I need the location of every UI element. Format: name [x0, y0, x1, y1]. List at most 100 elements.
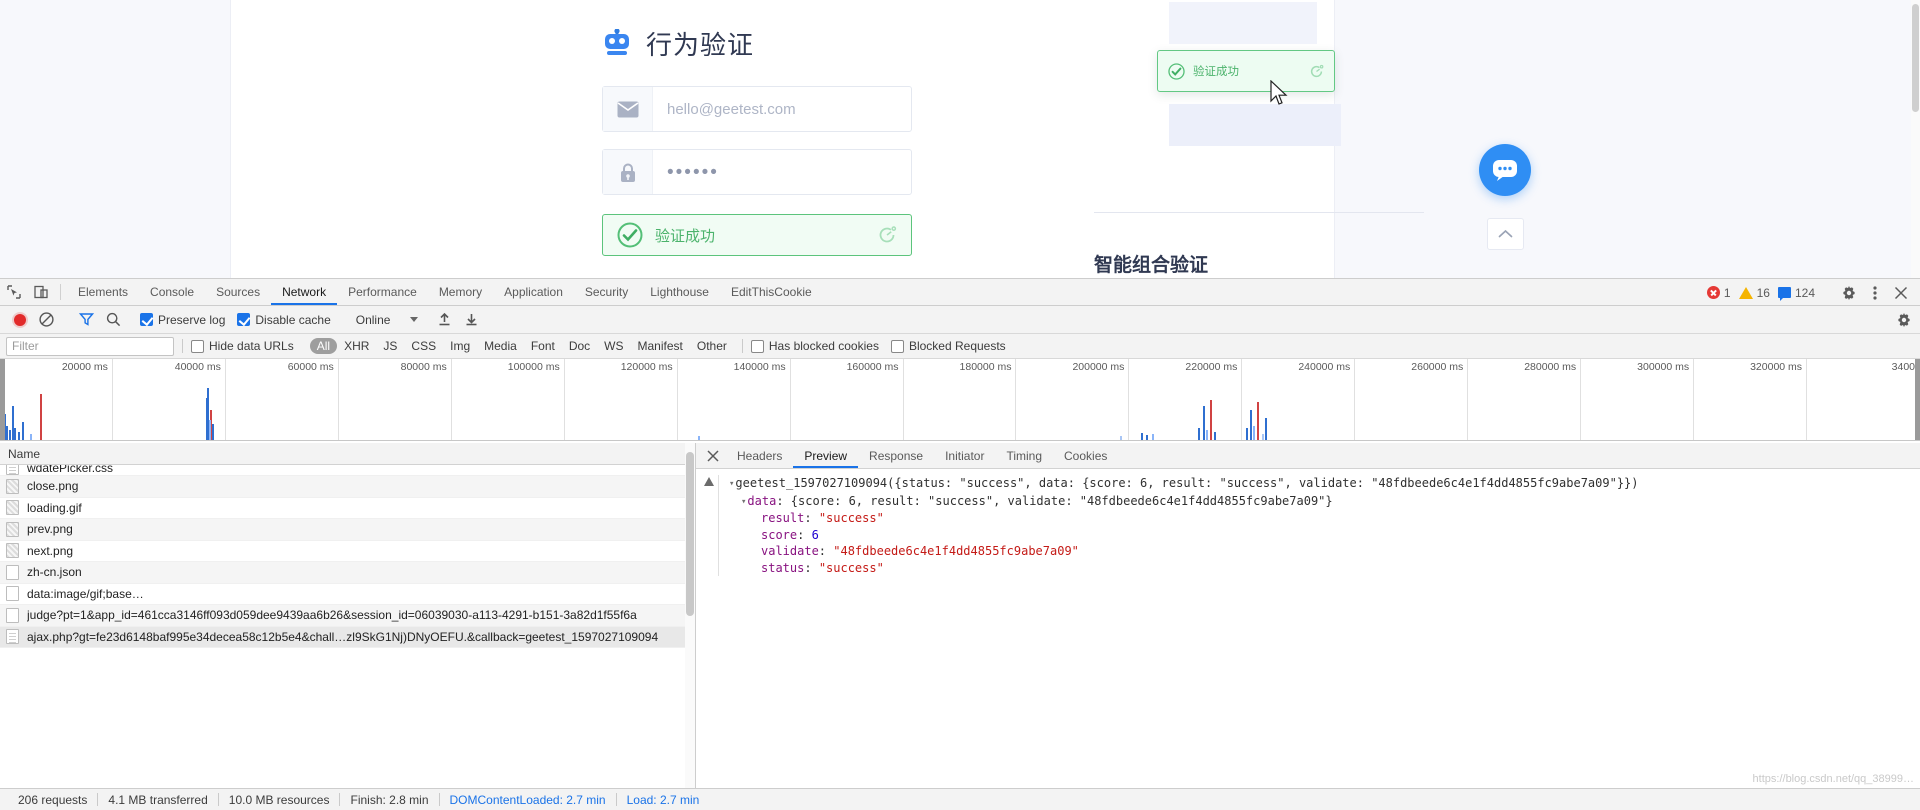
email-input[interactable] [653, 87, 911, 131]
detail-tab-preview[interactable]: Preview [793, 443, 858, 468]
request-row[interactable]: judge?pt=1&app_id=461cca3146ff093d059dee… [0, 605, 695, 627]
type-filter-font[interactable]: Font [524, 338, 562, 354]
network-settings-gear-icon[interactable] [1896, 312, 1912, 333]
detail-tab-timing[interactable]: Timing [995, 443, 1053, 468]
throttling-select[interactable]: Online [356, 313, 419, 327]
timeline-request-bar [1152, 434, 1154, 440]
captcha-success-bar[interactable]: 验证成功 [602, 214, 912, 256]
column-header-name: Name [8, 446, 41, 461]
filter-input[interactable] [6, 336, 174, 356]
request-row[interactable]: close.png [0, 476, 695, 498]
warning-triangle-icon [1738, 286, 1753, 299]
request-row[interactable]: ajax.php?gt=fe23d6148baf995e34decea58c12… [0, 626, 695, 648]
tab-sources[interactable]: Sources [205, 279, 271, 305]
type-filter-img[interactable]: Img [443, 338, 477, 354]
request-row[interactable]: wdatePicker.css [0, 465, 695, 476]
disable-cache-checkbox[interactable]: Disable cache [237, 313, 331, 327]
hide-data-urls-checkbox[interactable]: Hide data URLs [191, 339, 294, 353]
toggle-device-toolbar-icon[interactable] [27, 279, 54, 305]
request-row[interactable]: loading.gif [0, 498, 695, 519]
request-name: ajax.php?gt=fe23d6148baf995e34decea58c12… [27, 629, 659, 644]
page-scrollbar[interactable] [1911, 0, 1920, 278]
tab-security[interactable]: Security [574, 279, 639, 305]
detail-tab-headers[interactable]: Headers [726, 443, 793, 468]
tab-performance[interactable]: Performance [337, 279, 428, 305]
info-counter[interactable]: 124 [1777, 286, 1815, 301]
blocked-requests-checkbox[interactable]: Blocked Requests [890, 339, 1006, 353]
chat-bubble-icon[interactable] [1479, 144, 1531, 196]
close-icon[interactable] [700, 443, 726, 468]
close-devtools-icon[interactable] [1888, 279, 1914, 306]
error-count: 1 [1723, 285, 1731, 300]
type-filter-js[interactable]: JS [376, 338, 404, 354]
timeline-right-handle[interactable] [1915, 359, 1920, 440]
type-filter-css[interactable]: CSS [404, 338, 443, 354]
check-circle-icon [617, 222, 643, 248]
timeline-request-bar [9, 430, 11, 440]
clear-no-entry-icon[interactable] [33, 306, 60, 334]
request-row[interactable]: next.png [0, 541, 695, 562]
email-field-wrapper[interactable] [602, 86, 912, 132]
more-options-icon[interactable] [1862, 279, 1888, 306]
timeline-request-bar [209, 420, 211, 440]
jsonp-preview-tree[interactable]: ▾geetest_1597027109094({status: "success… [718, 475, 1920, 576]
tab-memory[interactable]: Memory [428, 279, 493, 305]
network-controls-bar: Preserve log Disable cache Online [0, 306, 1920, 334]
request-list-scrollbar[interactable] [685, 443, 695, 788]
request-row[interactable]: prev.png [0, 519, 695, 541]
detail-tab-initiator[interactable]: Initiator [934, 443, 995, 468]
request-row[interactable]: zh-cn.json [0, 562, 695, 584]
refresh-icon[interactable] [877, 225, 897, 245]
tab-network[interactable]: Network [271, 279, 337, 305]
tab-elements[interactable]: Elements [67, 279, 139, 305]
timeline-left-handle[interactable] [0, 359, 5, 440]
request-row[interactable]: data:image/gif;base… [0, 584, 695, 605]
devtools-panel: Elements Console Sources Network Perform… [0, 278, 1920, 810]
record-stop-icon[interactable] [6, 306, 33, 334]
json-text: : [804, 560, 819, 575]
section-sub-heading: 智能组合验证 [1094, 254, 1209, 276]
chevron-up-icon[interactable] [1487, 218, 1524, 250]
disclosure-triangle-icon[interactable]: ▾ [741, 494, 746, 511]
detail-tab-response[interactable]: Response [858, 443, 934, 468]
search-icon[interactable] [100, 306, 127, 334]
tab-application[interactable]: Application [493, 279, 574, 305]
captcha-popup-success[interactable]: 验证成功 [1157, 50, 1335, 92]
error-badge-icon [1706, 286, 1720, 299]
checkbox-box [191, 339, 204, 353]
tab-editthiscookie[interactable]: EditThisCookie [720, 279, 823, 305]
upload-arrow-icon[interactable] [431, 306, 458, 334]
type-filter-other[interactable]: Other [690, 338, 734, 354]
status-requests: 206 requests [18, 792, 88, 807]
disclosure-triangle-icon[interactable]: ▾ [729, 476, 734, 493]
warning-counter[interactable]: 16 [1738, 286, 1770, 300]
has-blocked-cookies-checkbox[interactable]: Has blocked cookies [750, 339, 879, 353]
type-filter-doc[interactable]: Doc [562, 338, 597, 354]
scroll-up-icon[interactable] [704, 473, 714, 491]
password-field-wrapper[interactable]: •••••• [602, 149, 912, 195]
refresh-icon[interactable] [1309, 64, 1324, 79]
preserve-log-checkbox[interactable]: Preserve log [140, 313, 225, 327]
network-timeline-overview[interactable]: 20000 ms 40000 ms 60000 ms 80000 ms 100000 m… [0, 359, 1920, 441]
detail-tab-cookies[interactable]: Cookies [1053, 443, 1118, 468]
brand-title: 行为验证 [646, 30, 755, 61]
type-filter-media[interactable]: Media [477, 338, 524, 354]
timeline-request-bar [1198, 428, 1200, 440]
stylesheet-file-icon [6, 465, 19, 475]
tab-lighthouse[interactable]: Lighthouse [639, 279, 720, 305]
request-rows[interactable]: wdatePicker.css close.png loading.gif prev.… [0, 465, 695, 788]
type-filter-all[interactable]: All [309, 338, 338, 354]
json-text: "success" [818, 511, 884, 525]
inspect-element-icon[interactable] [0, 279, 27, 305]
type-filter-ws[interactable]: WS [597, 338, 630, 354]
type-filter-xhr[interactable]: XHR [337, 338, 376, 354]
checkbox-box [890, 339, 904, 353]
page-left-gutter [0, 0, 231, 278]
gear-icon[interactable] [1836, 279, 1862, 306]
type-filter-manifest[interactable]: Manifest [631, 338, 690, 354]
download-arrow-icon[interactable] [458, 306, 485, 334]
tab-console[interactable]: Console [139, 279, 205, 305]
request-list-header[interactable]: Name [0, 443, 695, 465]
error-counter[interactable]: 1 [1706, 285, 1731, 300]
funnel-filter-icon[interactable] [73, 306, 100, 334]
